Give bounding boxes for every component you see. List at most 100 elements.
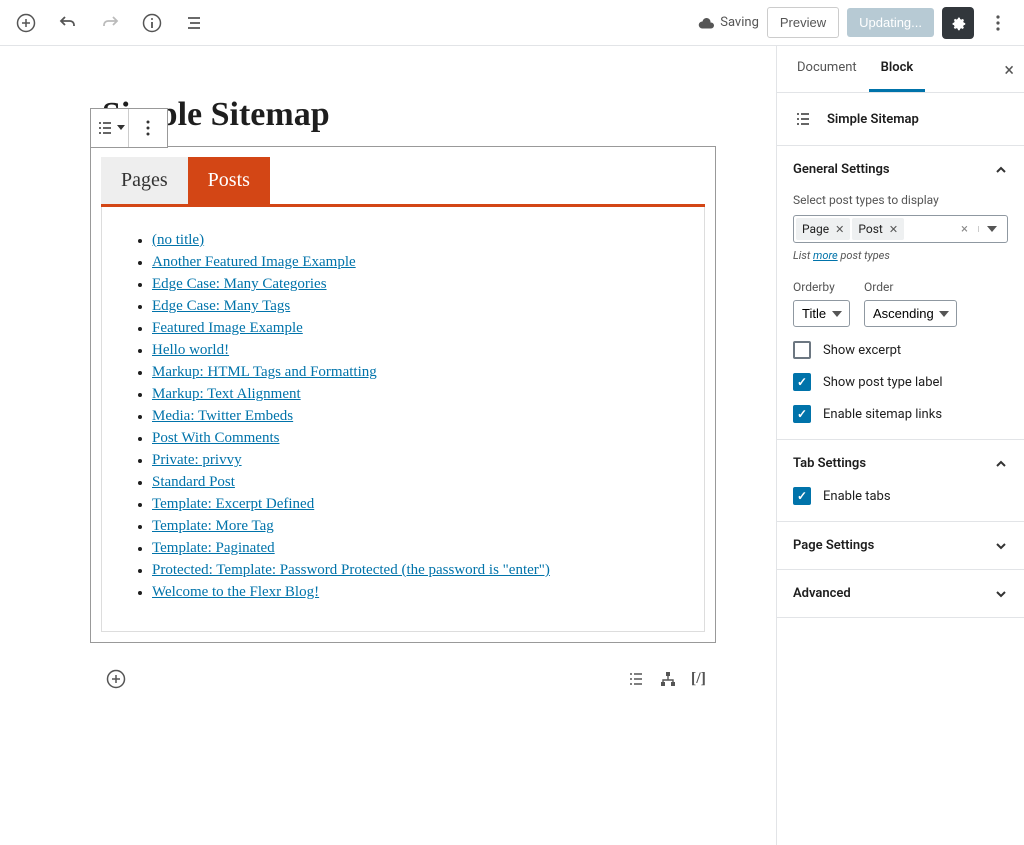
block-header: Simple Sitemap [777, 93, 1024, 146]
expand-tokens-button[interactable] [978, 226, 1005, 232]
tab-pages[interactable]: Pages [101, 157, 188, 204]
saving-text: Saving [720, 15, 759, 30]
sitemap-block[interactable]: PagesPosts (no title) Another Featured Im… [90, 146, 716, 643]
list-item: Edge Case: Many Tags [152, 298, 674, 315]
clear-tokens-button[interactable]: × [953, 222, 976, 237]
sitemap-link[interactable]: Media: Twitter Embeds [152, 408, 293, 424]
preview-button[interactable]: Preview [767, 7, 839, 38]
editor-area: Simple Sitemap PagesPosts (no title) Anot… [0, 46, 776, 845]
chevron-up-icon [994, 163, 1008, 177]
cb-enable-tabs[interactable] [793, 487, 811, 505]
panel-page-settings-header[interactable]: Page Settings [777, 522, 1024, 569]
sitemap-link[interactable]: (no title) [152, 232, 204, 248]
sitemap-link[interactable]: Private: privvy [152, 452, 242, 468]
chevron-down-icon [994, 539, 1008, 553]
more-menu-button[interactable] [982, 7, 1014, 39]
remove-token-button[interactable]: ✕ [835, 223, 844, 236]
list-item: (no title) [152, 232, 674, 249]
toolbar-left [10, 7, 210, 39]
top-toolbar: Saving Preview Updating... [0, 0, 1024, 46]
shortcode-label[interactable]: [/] [691, 670, 706, 688]
settings-sidebar: Document Block × Simple Sitemap General … [776, 46, 1024, 845]
post-types-select[interactable]: Page ✕Post ✕ × [793, 215, 1008, 243]
sitemap-link[interactable]: Markup: HTML Tags and Formatting [152, 364, 377, 380]
list-item: Another Featured Image Example [152, 254, 674, 271]
list-more-link[interactable]: more [813, 249, 838, 262]
list-item: Markup: HTML Tags and Formatting [152, 364, 674, 381]
cb-enable-tabs-row[interactable]: Enable tabs [793, 487, 1008, 505]
add-block-bottom-button[interactable] [100, 663, 132, 695]
cb-show-label-row[interactable]: Show post type label [793, 373, 1008, 391]
list-item: Welcome to the Flexr Blog! [152, 584, 674, 601]
token-post: Post ✕ [852, 218, 904, 240]
sitemap-link[interactable]: Standard Post [152, 474, 235, 490]
tab-posts[interactable]: Posts [188, 157, 270, 204]
cb-enable-links-row[interactable]: Enable sitemap links [793, 405, 1008, 423]
tabs-content: (no title) Another Featured Image Example… [101, 207, 705, 632]
list-item: Protected: Template: Password Protected … [152, 562, 674, 579]
remove-token-button[interactable]: ✕ [889, 223, 898, 236]
order-label: Order [864, 280, 957, 294]
tab-document[interactable]: Document [785, 46, 869, 92]
close-sidebar-button[interactable]: × [1000, 56, 1018, 85]
list-item: Featured Image Example [152, 320, 674, 337]
panel-tab-settings: Tab Settings Enable tabs [777, 440, 1024, 522]
sitemap-list: (no title) Another Featured Image Example… [132, 232, 674, 601]
list-more-text: List more post types [793, 249, 1008, 262]
list-item: Hello world! [152, 342, 674, 359]
info-button[interactable] [136, 7, 168, 39]
chevron-up-icon [994, 457, 1008, 471]
sitemap-link[interactable]: Template: More Tag [152, 518, 274, 534]
sitemap-link[interactable]: Featured Image Example [152, 320, 303, 336]
sitemap-link[interactable]: Edge Case: Many Categories [152, 276, 327, 292]
tab-block[interactable]: Block [869, 46, 926, 92]
cb-enable-links[interactable] [793, 405, 811, 423]
saving-indicator: Saving [698, 15, 759, 30]
block-type-button[interactable] [91, 109, 129, 147]
sitemap-link[interactable]: Protected: Template: Password Protected … [152, 562, 550, 578]
block-more-button[interactable] [129, 109, 167, 147]
cb-show-label[interactable] [793, 373, 811, 391]
order-select[interactable]: Ascending [864, 300, 957, 327]
token-page: Page ✕ [796, 218, 850, 240]
sitemap-link[interactable]: Template: Excerpt Defined [152, 496, 314, 512]
panel-advanced-header[interactable]: Advanced [777, 570, 1024, 617]
cb-show-excerpt[interactable] [793, 341, 811, 359]
orderby-select[interactable]: Title [793, 300, 850, 327]
post-types-label: Select post types to display [793, 193, 1008, 207]
undo-button[interactable] [52, 7, 84, 39]
chevron-down-icon [994, 587, 1008, 601]
tabs-header: PagesPosts [101, 157, 705, 207]
settings-button[interactable] [942, 7, 974, 39]
orderby-label: Orderby [793, 280, 850, 294]
page-title[interactable]: Simple Sitemap [102, 96, 716, 134]
block-toolbar [90, 108, 168, 148]
panel-general-header[interactable]: General Settings [777, 146, 1024, 193]
panel-tab-settings-header[interactable]: Tab Settings [777, 440, 1024, 487]
sitemap-link[interactable]: Markup: Text Alignment [152, 386, 301, 402]
sitemap-link[interactable]: Edge Case: Many Tags [152, 298, 290, 314]
panel-general: General Settings Select post types to di… [777, 146, 1024, 440]
bottom-right-tools: [/] [627, 670, 706, 688]
list-item: Private: privvy [152, 452, 674, 469]
update-button: Updating... [847, 8, 934, 37]
outline-button[interactable] [178, 7, 210, 39]
add-block-button[interactable] [10, 7, 42, 39]
sitemap-link[interactable]: Hello world! [152, 342, 229, 358]
list-item: Template: Excerpt Defined [152, 496, 674, 513]
list-item: Template: Paginated [152, 540, 674, 557]
cloud-icon [698, 17, 714, 29]
sitemap-link[interactable]: Template: Paginated [152, 540, 275, 556]
sitemap-link[interactable]: Post With Comments [152, 430, 279, 446]
redo-button[interactable] [94, 7, 126, 39]
list-view-icon[interactable] [627, 670, 645, 688]
list-item: Media: Twitter Embeds [152, 408, 674, 425]
sitemap-link[interactable]: Another Featured Image Example [152, 254, 356, 270]
list-item: Template: More Tag [152, 518, 674, 535]
sitemap-link[interactable]: Welcome to the Flexr Blog! [152, 584, 319, 600]
block-name-label: Simple Sitemap [827, 112, 919, 127]
cb-show-excerpt-row[interactable]: Show excerpt [793, 341, 1008, 359]
hierarchy-icon[interactable] [659, 670, 677, 688]
list-block-icon [793, 109, 813, 129]
panel-advanced: Advanced [777, 570, 1024, 618]
